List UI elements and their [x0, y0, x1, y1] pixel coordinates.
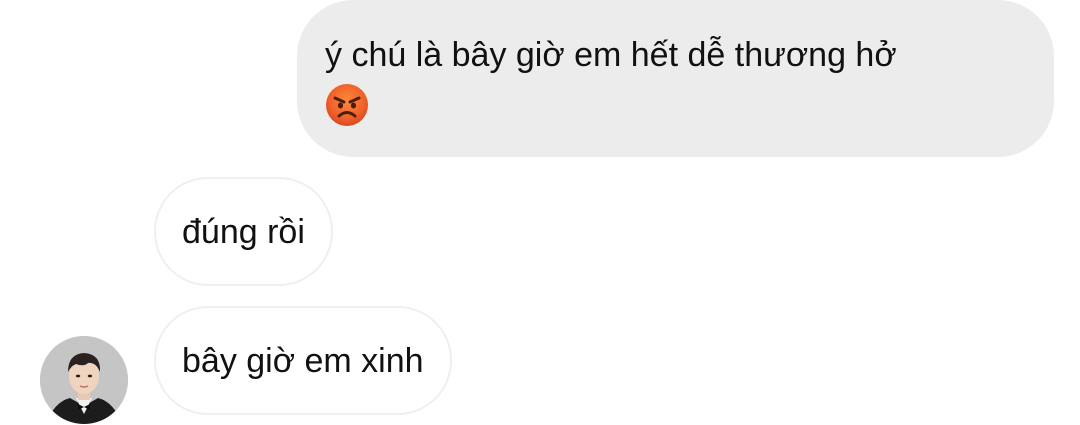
- outgoing-message-bubble[interactable]: ý chú là bây giờ em hết dễ thương hở: [297, 0, 1054, 157]
- contact-avatar[interactable]: [40, 336, 128, 424]
- incoming-message-bubble[interactable]: bây giờ em xinh: [154, 306, 452, 415]
- message-text: đúng rồi: [182, 212, 305, 251]
- chat-thread: ý chú là bây giờ em hết dễ thương hở đún…: [0, 0, 1080, 425]
- avatar-image: [40, 336, 128, 424]
- message-text: ý chú là bây giờ em hết dễ thương hở: [325, 36, 897, 74]
- angry-face-emoji: [326, 84, 368, 127]
- emoji-line: [325, 78, 1024, 127]
- incoming-message-bubble[interactable]: đúng rồi: [154, 177, 333, 286]
- message-text: bây giờ em xinh: [182, 341, 424, 380]
